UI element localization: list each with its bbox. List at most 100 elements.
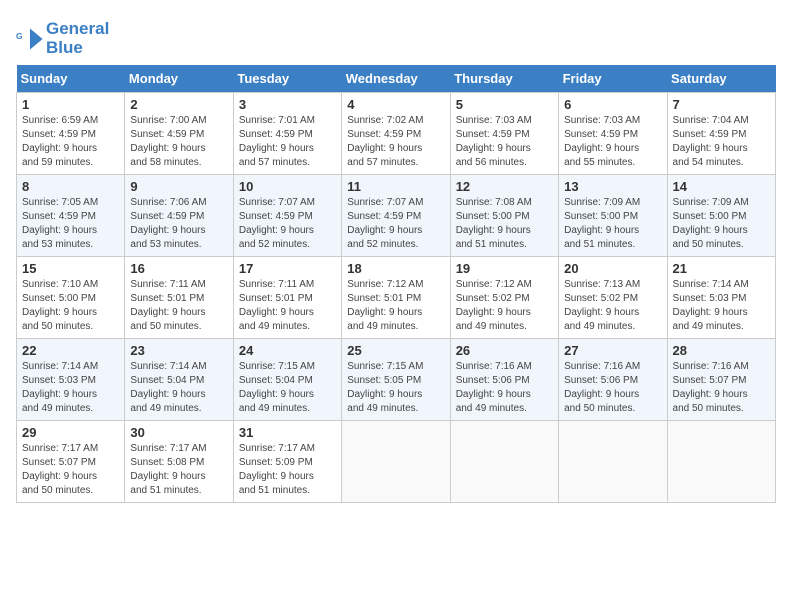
day-number: 1: [22, 97, 119, 112]
day-number: 27: [564, 343, 661, 358]
weekday-header-friday: Friday: [559, 65, 667, 93]
calendar-cell: 31 Sunrise: 7:17 AMSunset: 5:09 PMDayligh…: [233, 421, 341, 503]
day-number: 15: [22, 261, 119, 276]
day-info: Sunrise: 7:06 AMSunset: 4:59 PMDaylight:…: [130, 196, 227, 252]
day-info: Sunrise: 7:15 AMSunset: 5:04 PMDaylight:…: [239, 360, 336, 416]
day-number: 25: [347, 343, 444, 358]
calendar-cell: 17Sunrise: 7:11 AMSunset: 5:01 PMDayligh…: [233, 257, 341, 339]
day-number: 20: [564, 261, 661, 276]
day-info: Sunrise: 7:00 AMSunset: 4:59 PMDaylight:…: [130, 114, 227, 170]
calendar-cell: 12Sunrise: 7:08 AMSunset: 5:00 PMDayligh…: [450, 175, 558, 257]
day-number: 28: [673, 343, 770, 358]
day-number: 11: [347, 179, 444, 194]
calendar-cell: [450, 421, 558, 503]
day-info: Sunrise: 7:07 AMSunset: 4:59 PMDaylight:…: [239, 196, 336, 252]
calendar-header: SundayMondayTuesdayWednesdayThursdayFrid…: [17, 65, 776, 93]
day-number: 24: [239, 343, 336, 358]
logo-text: General Blue: [46, 20, 109, 57]
day-info: Sunrise: 7:14 AMSunset: 5:03 PMDaylight:…: [673, 278, 770, 334]
weekday-header-sunday: Sunday: [17, 65, 125, 93]
calendar-cell: [342, 421, 450, 503]
calendar-cell: [559, 421, 667, 503]
day-info: Sunrise: 7:15 AMSunset: 5:05 PMDaylight:…: [347, 360, 444, 416]
day-info: Sunrise: 7:13 AMSunset: 5:02 PMDaylight:…: [564, 278, 661, 334]
calendar-cell: 6 Sunrise: 7:03 AMSunset: 4:59 PMDaylight…: [559, 93, 667, 175]
logo: G General Blue: [16, 20, 109, 57]
day-number: 14: [673, 179, 770, 194]
calendar-cell: 28 Sunrise: 7:16 AMSunset: 5:07 PMDayligh…: [667, 339, 775, 421]
day-number: 3: [239, 97, 336, 112]
calendar-cell: 5Sunrise: 7:03 AMSunset: 4:59 PMDaylight…: [450, 93, 558, 175]
day-number: 29: [22, 425, 119, 440]
day-info: Sunrise: 7:16 AMSunset: 5:07 PMDaylight:…: [673, 360, 770, 416]
calendar-cell: 22 Sunrise: 7:14 AMSunset: 5:03 PMDayligh…: [17, 339, 125, 421]
day-number: 6: [564, 97, 661, 112]
calendar-cell: 21 Sunrise: 7:14 AMSunset: 5:03 PMDayligh…: [667, 257, 775, 339]
calendar-cell: 19Sunrise: 7:12 AMSunset: 5:02 PMDayligh…: [450, 257, 558, 339]
page-header: G General Blue: [16, 16, 776, 57]
day-number: 18: [347, 261, 444, 276]
day-info: Sunrise: 7:03 AMSunset: 4:59 PMDaylight:…: [564, 114, 661, 170]
day-number: 7: [673, 97, 770, 112]
weekday-header-tuesday: Tuesday: [233, 65, 341, 93]
weekday-header-thursday: Thursday: [450, 65, 558, 93]
calendar-cell: 14Sunrise: 7:09 AMSunset: 5:00 PMDayligh…: [667, 175, 775, 257]
calendar-cell: 9 Sunrise: 7:06 AMSunset: 4:59 PMDaylight…: [125, 175, 233, 257]
calendar-cell: 8Sunrise: 7:05 AMSunset: 4:59 PMDaylight…: [17, 175, 125, 257]
day-info: Sunrise: 7:10 AMSunset: 5:00 PMDaylight:…: [22, 278, 119, 334]
day-info: Sunrise: 7:03 AMSunset: 4:59 PMDaylight:…: [456, 114, 553, 170]
day-info: Sunrise: 7:16 AMSunset: 5:06 PMDaylight:…: [564, 360, 661, 416]
calendar-cell: 4 Sunrise: 7:02 AMSunset: 4:59 PMDaylight…: [342, 93, 450, 175]
calendar-cell: 18 Sunrise: 7:12 AMSunset: 5:01 PMDayligh…: [342, 257, 450, 339]
day-number: 30: [130, 425, 227, 440]
weekday-header-row: SundayMondayTuesdayWednesdayThursdayFrid…: [17, 65, 776, 93]
day-number: 26: [456, 343, 553, 358]
day-info: Sunrise: 7:09 AMSunset: 5:00 PMDaylight:…: [564, 196, 661, 252]
calendar-cell: 1Sunrise: 6:59 AMSunset: 4:59 PMDaylight…: [17, 93, 125, 175]
day-info: Sunrise: 7:14 AMSunset: 5:03 PMDaylight:…: [22, 360, 119, 416]
day-info: Sunrise: 7:17 AMSunset: 5:09 PMDaylight:…: [239, 442, 336, 498]
day-number: 10: [239, 179, 336, 194]
calendar-cell: 29 Sunrise: 7:17 AMSunset: 5:07 PMDayligh…: [17, 421, 125, 503]
day-number: 22: [22, 343, 119, 358]
calendar-week-5: 29 Sunrise: 7:17 AMSunset: 5:07 PMDayligh…: [17, 421, 776, 503]
day-info: Sunrise: 7:08 AMSunset: 5:00 PMDaylight:…: [456, 196, 553, 252]
calendar-cell: 30 Sunrise: 7:17 AMSunset: 5:08 PMDayligh…: [125, 421, 233, 503]
calendar-cell: 26 Sunrise: 7:16 AMSunset: 5:06 PMDayligh…: [450, 339, 558, 421]
calendar-cell: 7 Sunrise: 7:04 AMSunset: 4:59 PMDaylight…: [667, 93, 775, 175]
weekday-header-saturday: Saturday: [667, 65, 775, 93]
calendar-cell: 24 Sunrise: 7:15 AMSunset: 5:04 PMDayligh…: [233, 339, 341, 421]
calendar-cell: 13 Sunrise: 7:09 AMSunset: 5:00 PMDayligh…: [559, 175, 667, 257]
day-number: 2: [130, 97, 227, 112]
calendar-cell: 23 Sunrise: 7:14 AMSunset: 5:04 PMDayligh…: [125, 339, 233, 421]
calendar-week-3: 15 Sunrise: 7:10 AMSunset: 5:00 PMDayligh…: [17, 257, 776, 339]
calendar-cell: 20 Sunrise: 7:13 AMSunset: 5:02 PMDayligh…: [559, 257, 667, 339]
day-number: 23: [130, 343, 227, 358]
svg-text:G: G: [16, 31, 23, 41]
calendar-cell: 3 Sunrise: 7:01 AMSunset: 4:59 PMDaylight…: [233, 93, 341, 175]
day-number: 19: [456, 261, 553, 276]
day-info: Sunrise: 7:14 AMSunset: 5:04 PMDaylight:…: [130, 360, 227, 416]
day-info: Sunrise: 7:17 AMSunset: 5:08 PMDaylight:…: [130, 442, 227, 498]
day-info: Sunrise: 7:12 AMSunset: 5:01 PMDaylight:…: [347, 278, 444, 334]
day-info: Sunrise: 7:01 AMSunset: 4:59 PMDaylight:…: [239, 114, 336, 170]
calendar-cell: 27 Sunrise: 7:16 AMSunset: 5:06 PMDayligh…: [559, 339, 667, 421]
day-number: 31: [239, 425, 336, 440]
calendar-cell: 15 Sunrise: 7:10 AMSunset: 5:00 PMDayligh…: [17, 257, 125, 339]
day-number: 9: [130, 179, 227, 194]
calendar-week-4: 22 Sunrise: 7:14 AMSunset: 5:03 PMDayligh…: [17, 339, 776, 421]
day-info: Sunrise: 7:16 AMSunset: 5:06 PMDaylight:…: [456, 360, 553, 416]
calendar-cell: 2 Sunrise: 7:00 AMSunset: 4:59 PMDaylight…: [125, 93, 233, 175]
day-info: Sunrise: 7:11 AMSunset: 5:01 PMDaylight:…: [130, 278, 227, 334]
day-info: Sunrise: 7:02 AMSunset: 4:59 PMDaylight:…: [347, 114, 444, 170]
calendar-cell: [667, 421, 775, 503]
calendar-cell: 25 Sunrise: 7:15 AMSunset: 5:05 PMDayligh…: [342, 339, 450, 421]
day-number: 16: [130, 261, 227, 276]
day-number: 21: [673, 261, 770, 276]
day-number: 13: [564, 179, 661, 194]
calendar-week-2: 8Sunrise: 7:05 AMSunset: 4:59 PMDaylight…: [17, 175, 776, 257]
day-info: Sunrise: 7:17 AMSunset: 5:07 PMDaylight:…: [22, 442, 119, 498]
calendar-cell: 16 Sunrise: 7:11 AMSunset: 5:01 PMDayligh…: [125, 257, 233, 339]
day-info: Sunrise: 7:04 AMSunset: 4:59 PMDaylight:…: [673, 114, 770, 170]
day-number: 4: [347, 97, 444, 112]
